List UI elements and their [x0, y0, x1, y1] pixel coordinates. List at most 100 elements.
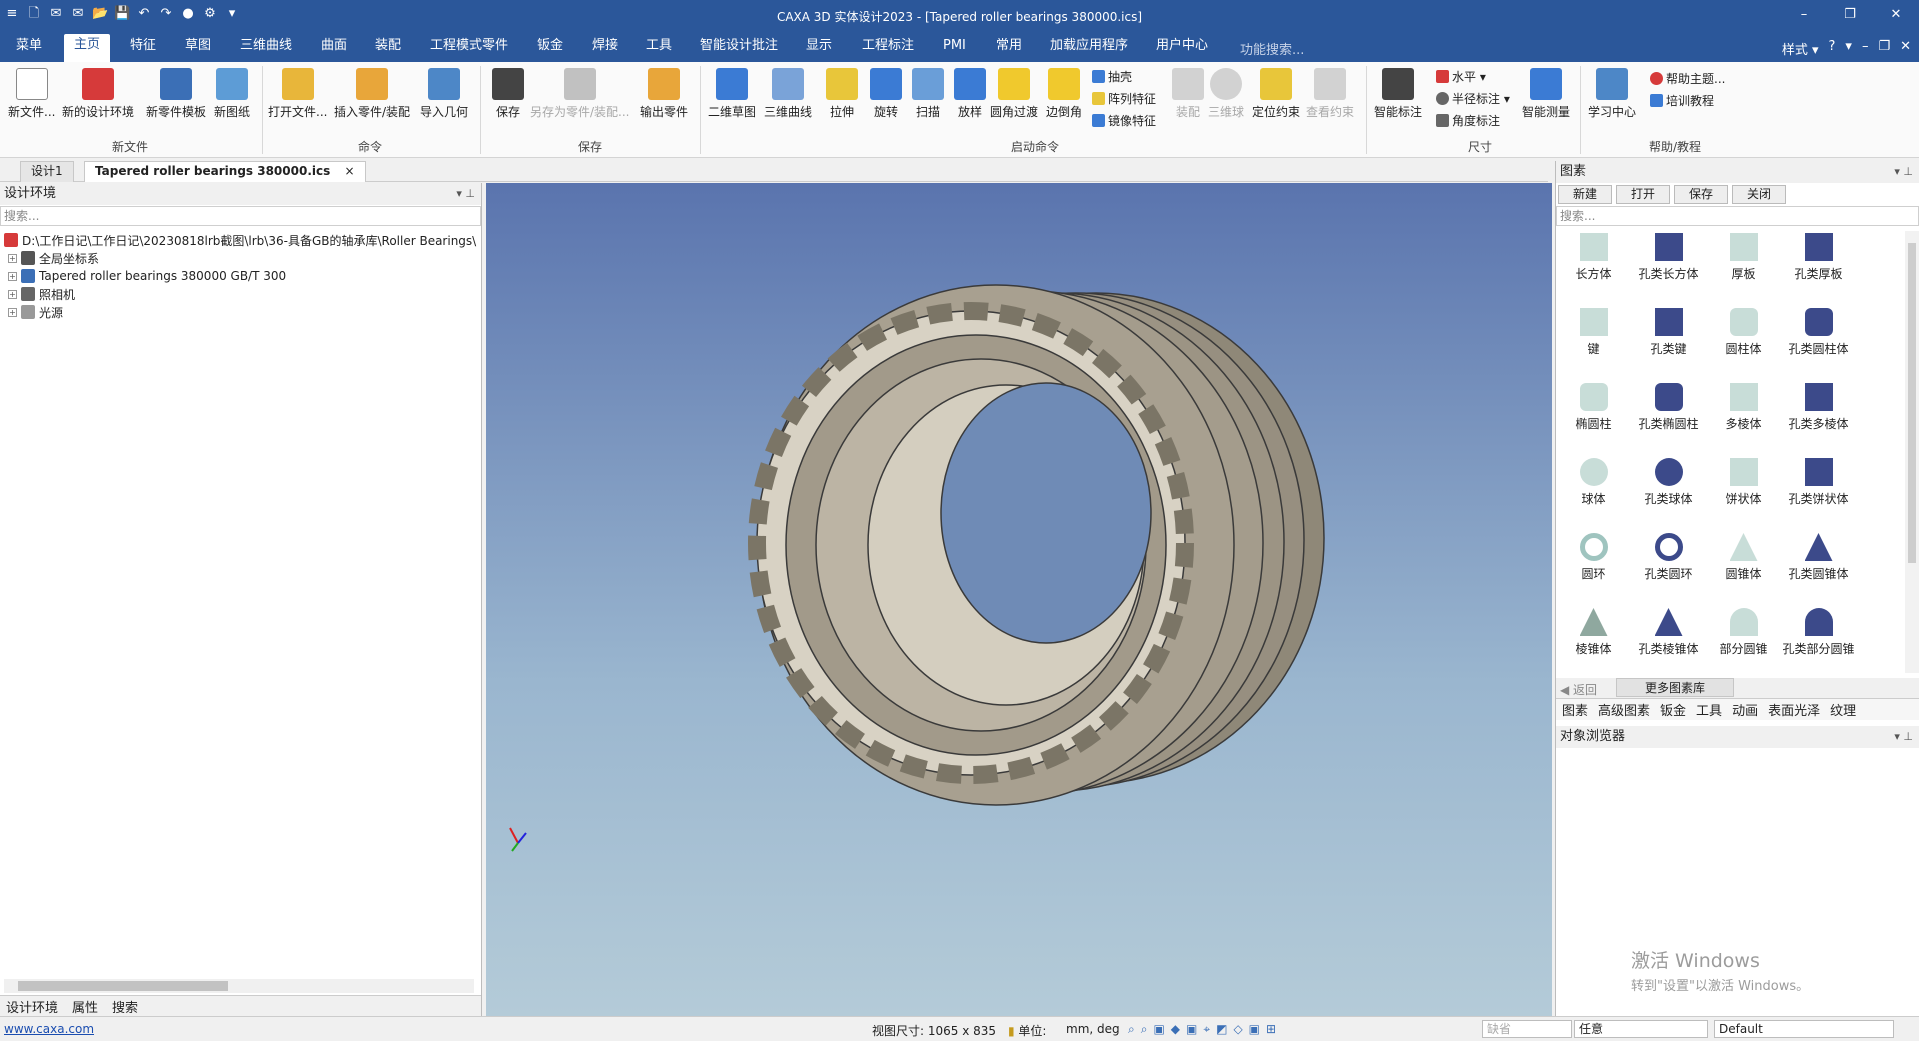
menu-tab-user-center[interactable]: 用户中心 [1146, 38, 1218, 62]
shape-item[interactable]: 孔类长方体 [1631, 233, 1706, 282]
shape-item[interactable]: 圆环 [1556, 533, 1631, 582]
new-design-env-button[interactable]: 新的设计环境 [62, 68, 134, 120]
menu-tab-smart-annotation[interactable]: 智能设计批注 [690, 38, 788, 62]
revolve-button[interactable]: 旋转 [870, 68, 902, 120]
tab-surface-gloss[interactable]: 表面光泽 [1768, 700, 1820, 719]
shape-item[interactable]: 孔类键 [1631, 308, 1706, 357]
menu-tab-tools[interactable]: 工具 [636, 38, 682, 62]
tab-sheet-metal[interactable]: 钣金 [1660, 700, 1686, 719]
shape-item[interactable]: 厚板 [1706, 233, 1781, 282]
shape-item[interactable]: 多棱体 [1706, 383, 1781, 432]
view-tools-icons[interactable]: ⌕⌕▣◆▣⌖◩◇▣⊞ [1128, 1022, 1282, 1037]
shape-item[interactable]: 孔类饼状体 [1781, 458, 1856, 507]
shape-item[interactable]: 孔类棱锥体 [1631, 608, 1706, 657]
curve-3d-button[interactable]: 三维曲线 [764, 68, 812, 120]
shape-item[interactable]: 孔类圆锥体 [1781, 533, 1856, 582]
tab-elements[interactable]: 图素 [1562, 700, 1588, 719]
expand-icon[interactable]: + [8, 289, 17, 299]
menu-tab-addins[interactable]: 加载应用程序 [1040, 38, 1138, 62]
tree-item-part[interactable]: + Tapered roller bearings 380000 GB/T 300 [8, 267, 286, 285]
tree-item-light[interactable]: + 光源 [8, 303, 63, 321]
smart-dimension-button[interactable]: 智能标注 [1374, 68, 1422, 120]
sketch-2d-button[interactable]: 二维草图 [708, 68, 756, 120]
pin-icon[interactable]: ▾ ⊥ [456, 183, 475, 205]
function-search-input[interactable]: 功能搜索... [1240, 39, 1304, 58]
tree-item-camera[interactable]: + 照相机 [8, 285, 75, 303]
shape-item[interactable]: 孔类圆柱体 [1781, 308, 1856, 357]
chamfer-button[interactable]: 边倒角 [1046, 68, 1082, 120]
locate-constraint-button[interactable]: 定位约束 [1252, 68, 1300, 120]
smart-measure-button[interactable]: 智能测量 [1522, 68, 1570, 120]
back-button[interactable]: ◀ 返回 [1560, 681, 1597, 698]
scrollbar-thumb[interactable] [18, 981, 228, 991]
help-topics-button[interactable]: 帮助主题... [1650, 70, 1725, 87]
shape-item[interactable]: 孔类厚板 [1781, 233, 1856, 282]
horizontal-scrollbar[interactable] [4, 979, 474, 993]
doc-tab-design1[interactable]: 设计1 [20, 161, 74, 182]
elements-save-button[interactable]: 保存 [1674, 185, 1729, 204]
insert-part-button[interactable]: 插入零件/装配 [334, 68, 410, 120]
shape-item[interactable]: 键 [1556, 308, 1631, 357]
menu-tab-3d-curve[interactable]: 三维曲线 [230, 38, 302, 62]
filter-default-select[interactable]: 缺省 [1482, 1020, 1572, 1038]
horizontal-dim-button[interactable]: 水平 ▾ [1436, 68, 1486, 85]
menu-tab-home[interactable]: 主页 [64, 34, 111, 62]
help-icon[interactable]: ? [1829, 39, 1836, 58]
shape-item[interactable]: 部分圆锥 [1706, 608, 1781, 657]
new-file-button[interactable]: 新文件... [8, 68, 55, 120]
shape-item[interactable]: 长方体 [1556, 233, 1631, 282]
menu-tab-menu[interactable]: 菜单 [6, 38, 52, 62]
selection-mode-select[interactable]: 任意 [1574, 1020, 1708, 1038]
elements-close-button[interactable]: 关闭 [1732, 185, 1787, 204]
menu-tab-feature[interactable]: 特征 [120, 38, 166, 62]
menu-tab-engineering-part[interactable]: 工程模式零件 [420, 38, 518, 62]
loft-button[interactable]: 放样 [954, 68, 986, 120]
shell-button[interactable]: 抽壳 [1092, 68, 1132, 85]
menu-tab-display[interactable]: 显示 [796, 38, 842, 62]
website-link[interactable]: www.caxa.com [4, 1022, 94, 1036]
close-button[interactable]: ✕ [1873, 0, 1919, 30]
new-drawing-button[interactable]: 新图纸 [214, 68, 250, 120]
menu-tab-common[interactable]: 常用 [986, 38, 1032, 62]
doc-tab-bearings[interactable]: Tapered roller bearings 380000.ics × [84, 161, 366, 182]
doc-close-button[interactable]: ✕ [1900, 39, 1911, 58]
extrude-button[interactable]: 拉伸 [826, 68, 858, 120]
expand-icon[interactable]: + [8, 271, 17, 281]
tab-design-env[interactable]: 设计环境 [6, 997, 58, 1016]
menu-tab-sketch[interactable]: 草图 [175, 38, 221, 62]
vertical-scrollbar[interactable] [1905, 231, 1919, 673]
view-constraint-button[interactable]: 查看约束 [1306, 68, 1354, 120]
export-part-button[interactable]: 输出零件 [640, 68, 688, 120]
save-button[interactable]: 保存 [492, 68, 524, 120]
shape-item[interactable]: 饼状体 [1706, 458, 1781, 507]
radius-dim-button[interactable]: 半径标注 ▾ [1436, 90, 1510, 107]
save-as-part-button[interactable]: 另存为零件/装配... [530, 68, 630, 120]
tab-animation[interactable]: 动画 [1732, 700, 1758, 719]
3d-viewport[interactable] [486, 183, 1552, 1016]
pin-icon[interactable]: ▾ ⊥ [1894, 726, 1913, 748]
training-button[interactable]: 培训教程 [1650, 92, 1714, 109]
import-geometry-button[interactable]: 导入几何 [420, 68, 468, 120]
fillet-button[interactable]: 圆角过渡 [990, 68, 1038, 120]
elements-open-button[interactable]: 打开 [1616, 185, 1671, 204]
restore-button[interactable]: ❐ [1827, 0, 1873, 30]
menu-tab-surface[interactable]: 曲面 [311, 38, 357, 62]
learning-center-button[interactable]: 学习中心 [1588, 68, 1636, 120]
style-dropdown[interactable]: 样式 ▾ [1782, 39, 1819, 58]
more-library-button[interactable]: 更多图素库 [1616, 678, 1734, 697]
shape-item[interactable]: 孔类部分圆锥 [1781, 608, 1856, 657]
trackball-button[interactable]: 三维球 [1208, 68, 1244, 120]
tab-advanced-elements[interactable]: 高级图素 [1598, 700, 1650, 719]
menu-tab-pmi[interactable]: PMI [933, 38, 976, 62]
pattern-button[interactable]: 阵列特征 [1092, 90, 1156, 107]
minimize-button[interactable]: – [1781, 0, 1827, 30]
shape-item[interactable]: 孔类球体 [1631, 458, 1706, 507]
shape-item[interactable]: 孔类圆环 [1631, 533, 1706, 582]
shape-item[interactable]: 圆锥体 [1706, 533, 1781, 582]
unit-value[interactable]: mm, deg [1066, 1022, 1120, 1036]
tab-search[interactable]: 搜索 [112, 997, 138, 1016]
pin-icon[interactable]: ▾ ⊥ [1894, 161, 1913, 183]
angle-dim-button[interactable]: 角度标注 [1436, 112, 1500, 129]
open-file-button[interactable]: 打开文件... [268, 68, 327, 120]
elements-new-button[interactable]: 新建 [1558, 185, 1613, 204]
